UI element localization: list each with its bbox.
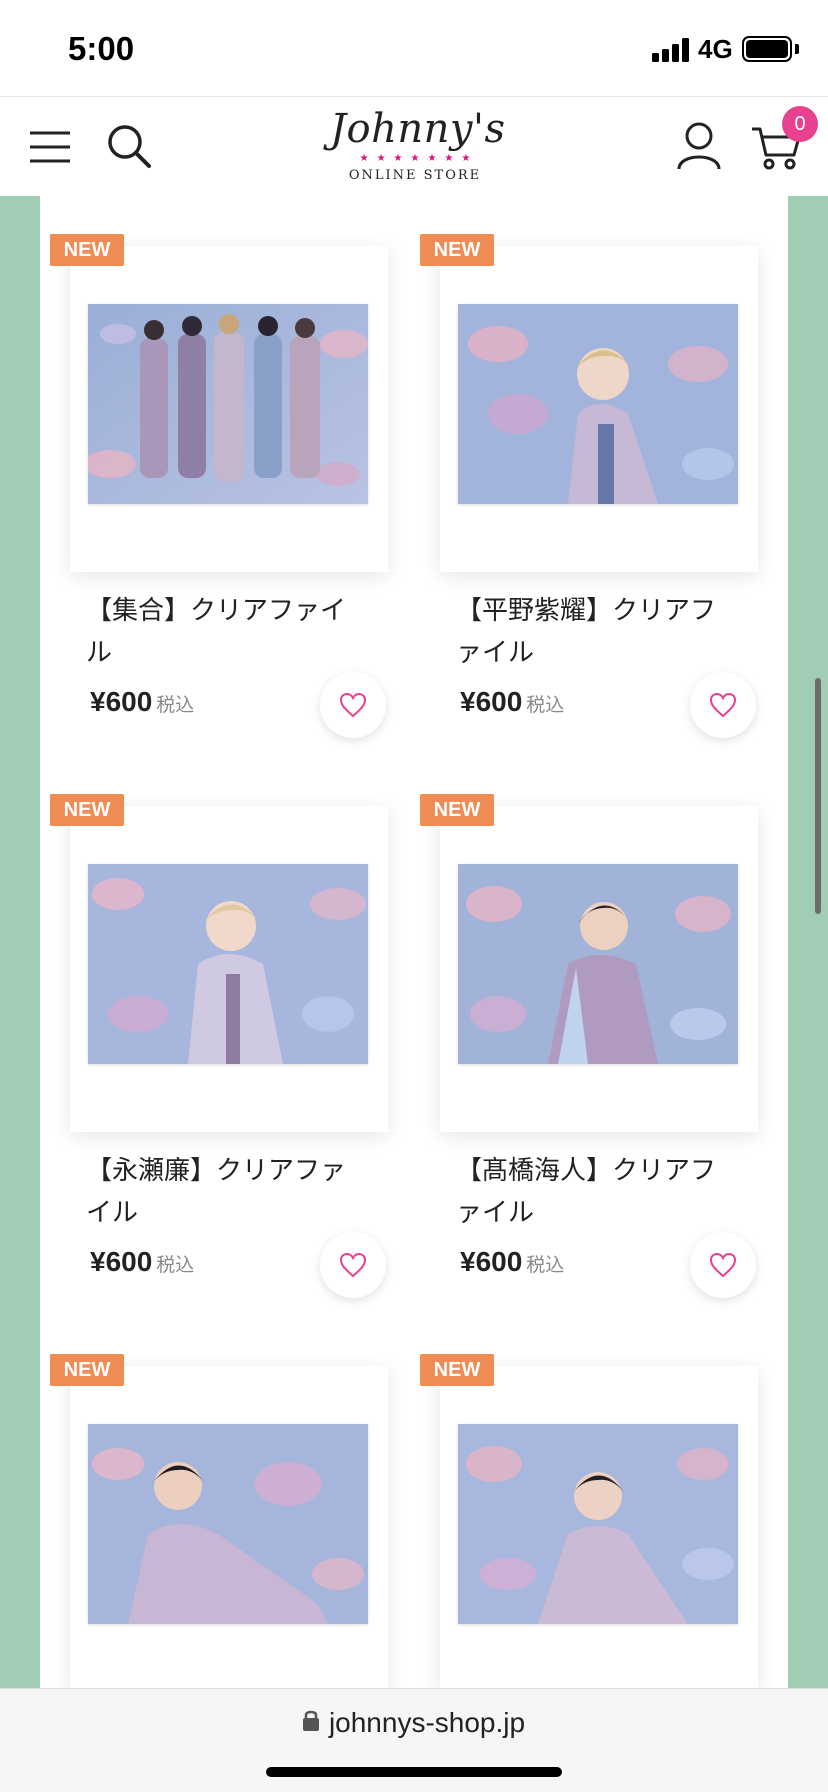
product-photo (88, 304, 368, 504)
product-image-frame[interactable] (70, 246, 388, 572)
battery-icon (742, 36, 792, 62)
site-logo[interactable]: Johnny's ★★★★★★★ ONLINE STORE (330, 105, 506, 191)
heart-icon (709, 1252, 737, 1278)
product-photo (458, 864, 738, 1064)
account-icon[interactable] (676, 121, 722, 171)
scrollbar[interactable] (815, 678, 821, 914)
signal-icon (652, 38, 690, 62)
status-time: 5:00 (68, 30, 135, 67)
heart-icon (339, 692, 367, 718)
product-title[interactable]: 【永瀬廉】クリアファイル (86, 1150, 356, 1234)
product-card[interactable]: NEW 【平野紫耀】クリアファイル ¥600 税込 (410, 196, 758, 738)
product-image-frame[interactable] (440, 1366, 758, 1688)
tax-label: 税込 (526, 1254, 565, 1276)
product-photo (88, 1424, 368, 1624)
heart-icon (709, 692, 737, 718)
product-card[interactable]: NEW 【髙橋海人】クリアファイル ¥600 税込 (410, 756, 758, 1298)
new-badge: NEW (420, 234, 494, 266)
product-photo (458, 1424, 738, 1624)
home-indicator[interactable] (266, 1767, 562, 1777)
tax-label: 税込 (526, 694, 565, 716)
page: 5:00 4G Johnny's ★★★★★★★ ONLINE STORE 0 … (0, 0, 828, 1792)
product-image-frame[interactable] (70, 806, 388, 1132)
favorite-button[interactable] (690, 1232, 756, 1298)
favorite-button[interactable] (320, 672, 386, 738)
product-photo (88, 864, 368, 1064)
new-badge: NEW (420, 794, 494, 826)
price-row: ¥600 税込 (460, 686, 564, 718)
product-card[interactable]: NEW 【永瀬廉】クリアファイル ¥600 税込 (40, 756, 388, 1298)
favorite-button[interactable] (320, 1232, 386, 1298)
product-price: ¥600 (90, 1246, 153, 1277)
product-card[interactable]: NEW (410, 1316, 758, 1688)
menu-icon[interactable] (28, 127, 72, 167)
product-card[interactable]: NEW (40, 196, 388, 738)
product-title[interactable]: 【集合】クリアファイル (86, 590, 356, 674)
new-badge: NEW (50, 234, 124, 266)
search-icon[interactable] (106, 123, 152, 169)
price-row: ¥600 税込 (460, 1246, 564, 1278)
cart-count-badge[interactable]: 0 (782, 106, 818, 142)
logo-name: Johnny's (330, 106, 506, 152)
product-title[interactable]: 【髙橋海人】クリアファイル (456, 1150, 726, 1234)
product-card[interactable]: NEW (40, 1316, 388, 1688)
heart-icon (339, 1252, 367, 1278)
product-image-frame[interactable] (440, 246, 758, 572)
product-price: ¥600 (460, 1246, 523, 1277)
new-badge: NEW (420, 1354, 494, 1386)
tax-label: 税込 (156, 694, 195, 716)
product-photo (458, 304, 738, 504)
network-type: 4G (698, 34, 733, 64)
product-image-frame[interactable] (440, 806, 758, 1132)
new-badge: NEW (50, 1354, 124, 1386)
price-row: ¥600 税込 (90, 686, 194, 718)
browser-address-bar[interactable]: johnnys-shop.jp (0, 1688, 828, 1792)
url-text[interactable]: johnnys-shop.jp (329, 1707, 525, 1738)
battery-cap (795, 44, 799, 54)
product-grid: NEW 【集合】クリアファイル ¥600 税込 NEW 【平野紫耀】クリアファイ… (40, 196, 788, 1688)
favorite-button[interactable] (690, 672, 756, 738)
product-title[interactable]: 【平野紫耀】クリアファイル (456, 590, 726, 674)
price-row: ¥600 税込 (90, 1246, 194, 1278)
logo-subtitle: ONLINE STORE (348, 168, 482, 183)
product-image-frame[interactable] (70, 1366, 388, 1688)
new-badge: NEW (50, 794, 124, 826)
tax-label: 税込 (156, 1254, 195, 1276)
status-bar: 5:00 4G (0, 0, 828, 96)
url-container[interactable]: johnnys-shop.jp (0, 1707, 828, 1739)
lock-icon (302, 1709, 319, 1731)
product-price: ¥600 (460, 686, 523, 717)
site-header: Johnny's ★★★★★★★ ONLINE STORE (0, 96, 828, 196)
product-price: ¥600 (90, 686, 153, 717)
logo-stars: ★★★★★★★ (359, 153, 479, 164)
